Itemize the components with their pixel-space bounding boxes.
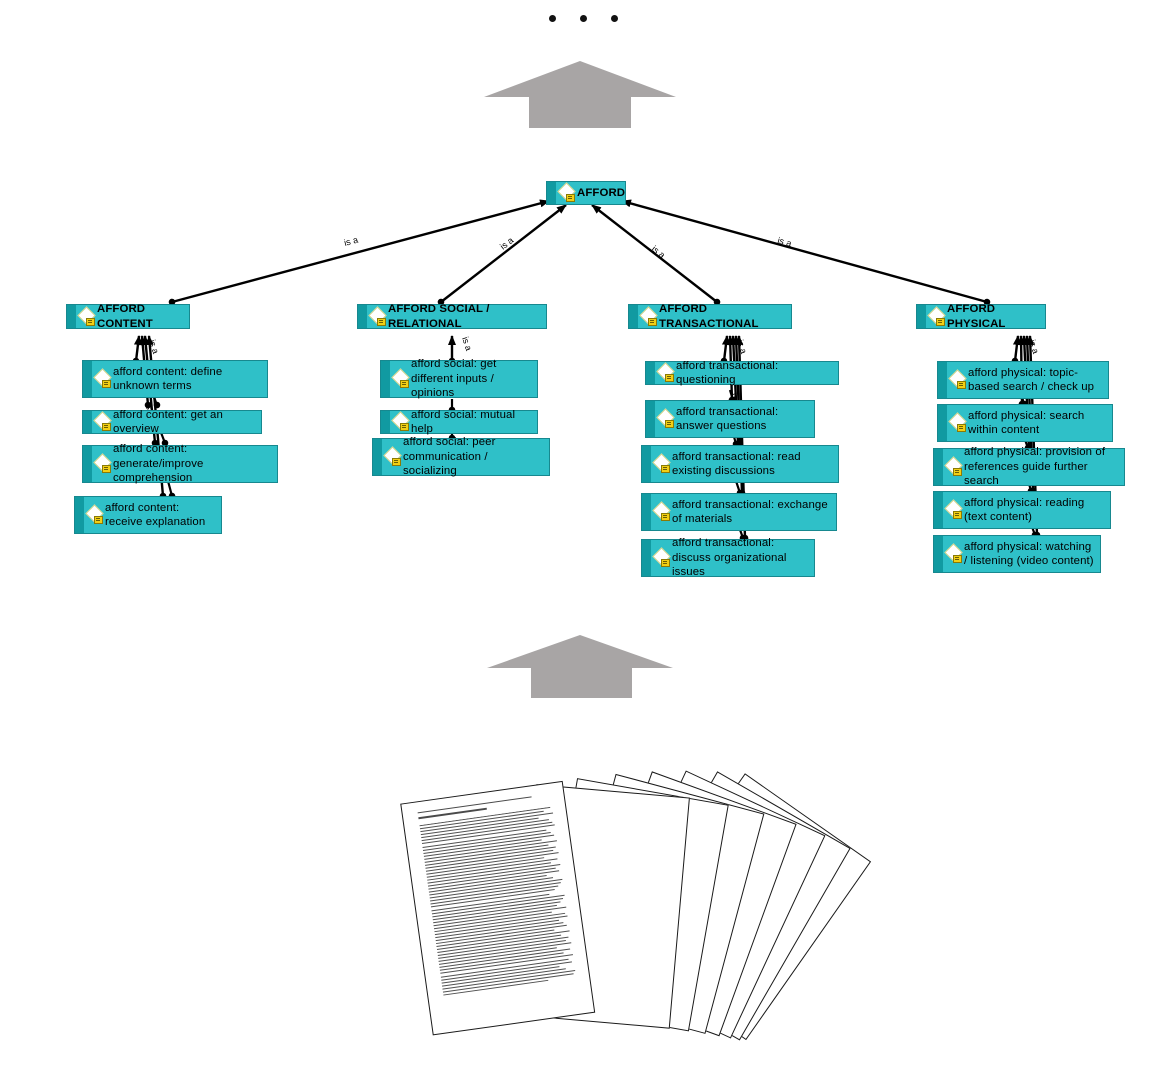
- node-accent-band: [917, 305, 926, 328]
- node-afford-content-4[interactable]: afford content: receive explanation: [74, 496, 222, 534]
- node-label: afford content: define unknown terms: [113, 365, 223, 393]
- node-accent-band: [938, 405, 947, 441]
- node-accent-band: [629, 305, 638, 328]
- node-label: afford transactional: exchange of materi…: [672, 498, 828, 526]
- node-label: afford content: receive explanation: [105, 501, 206, 529]
- node-afford-transactional-5[interactable]: afford transactional: discuss organizati…: [641, 537, 815, 579]
- edge-label: is a: [498, 235, 515, 252]
- concept-diamond-icon: [93, 368, 112, 388]
- concept-diamond-icon: [93, 411, 112, 431]
- node-label: afford physical: reading (text content): [964, 496, 1085, 524]
- node-label: afford transactional: read existing disc…: [672, 450, 801, 478]
- concept-diamond-icon: [656, 362, 675, 382]
- node-category-afford-social[interactable]: AFFORD SOCIAL / RELATIONAL: [357, 303, 547, 330]
- document-page-front: [400, 780, 596, 1036]
- node-afford-physical-4[interactable]: afford physical: reading (text content): [933, 491, 1111, 529]
- node-accent-band: [642, 494, 651, 530]
- node-accent-band: [938, 362, 947, 398]
- node-accent-band: [83, 361, 92, 397]
- node-afford-physical-3[interactable]: afford physical: provision of references…: [933, 446, 1125, 488]
- node-accent-band: [934, 492, 943, 528]
- node-label: afford transactional: questioning: [676, 359, 779, 387]
- edge-label: is a: [650, 244, 667, 261]
- node-afford-physical-2[interactable]: afford physical: search within content: [937, 404, 1113, 442]
- node-label: afford physical: topic-based search / ch…: [968, 366, 1095, 394]
- edge-label: is a: [343, 235, 359, 248]
- node-label: afford transactional: discuss organizati…: [672, 537, 787, 579]
- edge-label: is a: [776, 235, 792, 248]
- concept-diamond-icon: [383, 446, 402, 466]
- node-afford-transactional-2[interactable]: afford transactional: answer questions: [645, 400, 815, 438]
- node-accent-band: [642, 446, 651, 482]
- node-afford-transactional-1[interactable]: afford transactional: questioning: [645, 359, 839, 387]
- node-afford-content-2[interactable]: afford content: get an overview: [82, 408, 262, 436]
- node-label: afford social: peer communication / soci…: [403, 436, 496, 478]
- node-afford-social-2[interactable]: afford social: mutual help: [380, 408, 538, 436]
- concept-diamond-icon: [652, 453, 671, 473]
- node-category-afford-physical[interactable]: AFFORD PHYSICAL: [916, 303, 1046, 330]
- node-label: AFFORD PHYSICAL: [947, 303, 1006, 330]
- node-afford-root[interactable]: AFFORD: [546, 181, 626, 205]
- node-label: AFFORD TRANSACTIONAL: [659, 303, 759, 330]
- concept-diamond-icon: [391, 411, 410, 431]
- concept-diamond-icon: [944, 456, 963, 476]
- concept-diamond-icon: [557, 182, 576, 202]
- node-accent-band: [934, 536, 943, 572]
- node-accent-band: [381, 361, 390, 397]
- node-accent-band: [646, 362, 655, 384]
- node-label: afford content: generate/improve compreh…: [113, 443, 204, 485]
- node-afford-transactional-4[interactable]: afford transactional: exchange of materi…: [641, 493, 837, 531]
- concept-diamond-icon: [368, 305, 387, 326]
- node-label: AFFORD CONTENT: [97, 303, 153, 330]
- node-label: afford content: get an overview: [113, 408, 223, 436]
- node-accent-band: [373, 439, 382, 475]
- concept-diamond-icon: [948, 412, 967, 432]
- node-label: AFFORD SOCIAL / RELATIONAL: [388, 303, 490, 330]
- node-afford-content-3[interactable]: afford content: generate/improve compreh…: [82, 443, 278, 485]
- node-category-afford-content[interactable]: AFFORD CONTENT: [66, 303, 190, 330]
- concept-diamond-icon: [85, 504, 104, 524]
- node-afford-physical-5[interactable]: afford physical: watching / listening (v…: [933, 535, 1101, 573]
- node-label: afford transactional: answer questions: [676, 405, 779, 433]
- node-afford-social-1[interactable]: afford social: get different inputs / op…: [380, 358, 538, 400]
- diagram-canvas: is a is a is a is a is a is a is a is a …: [0, 0, 1169, 1065]
- node-label: AFFORD: [577, 186, 626, 199]
- node-accent-band: [547, 182, 556, 204]
- node-accent-band: [642, 540, 651, 576]
- node-afford-content-1[interactable]: afford content: define unknown terms: [82, 360, 268, 398]
- node-accent-band: [381, 411, 390, 433]
- concept-diamond-icon: [948, 369, 967, 389]
- concept-diamond-icon: [93, 453, 112, 473]
- edge-label: is a: [1027, 339, 1041, 355]
- concept-diamond-icon: [77, 305, 96, 326]
- node-category-afford-transactional[interactable]: AFFORD TRANSACTIONAL: [628, 303, 792, 330]
- node-afford-transactional-3[interactable]: afford transactional: read existing disc…: [641, 445, 839, 483]
- concept-diamond-icon: [927, 305, 946, 326]
- node-label: afford physical: watching / listening (v…: [964, 540, 1094, 568]
- node-accent-band: [646, 401, 655, 437]
- node-accent-band: [67, 305, 76, 328]
- node-label: afford physical: provision of references…: [964, 446, 1106, 488]
- concept-diamond-icon: [944, 499, 963, 519]
- concept-diamond-icon: [639, 305, 658, 326]
- node-label: afford physical: search within content: [968, 409, 1085, 437]
- node-accent-band: [934, 449, 943, 485]
- concept-diamond-icon: [391, 368, 410, 388]
- node-label: afford social: get different inputs / op…: [411, 358, 497, 400]
- node-accent-band: [83, 446, 92, 482]
- document-body-lines: [419, 807, 581, 1019]
- edge-label: is a: [460, 336, 474, 352]
- concept-diamond-icon: [656, 408, 675, 428]
- node-label: afford social: mutual help: [411, 408, 516, 436]
- concept-diamond-icon: [944, 543, 963, 563]
- node-afford-physical-1[interactable]: afford physical: topic-based search / ch…: [937, 361, 1109, 399]
- node-accent-band: [75, 497, 84, 533]
- edge-label: is a: [147, 339, 161, 355]
- node-afford-social-3[interactable]: afford social: peer communication / soci…: [372, 436, 550, 478]
- concept-diamond-icon: [652, 547, 671, 567]
- node-accent-band: [358, 305, 367, 328]
- concept-diamond-icon: [652, 501, 671, 521]
- node-accent-band: [83, 411, 92, 433]
- document-stack-icon: [400, 752, 872, 1067]
